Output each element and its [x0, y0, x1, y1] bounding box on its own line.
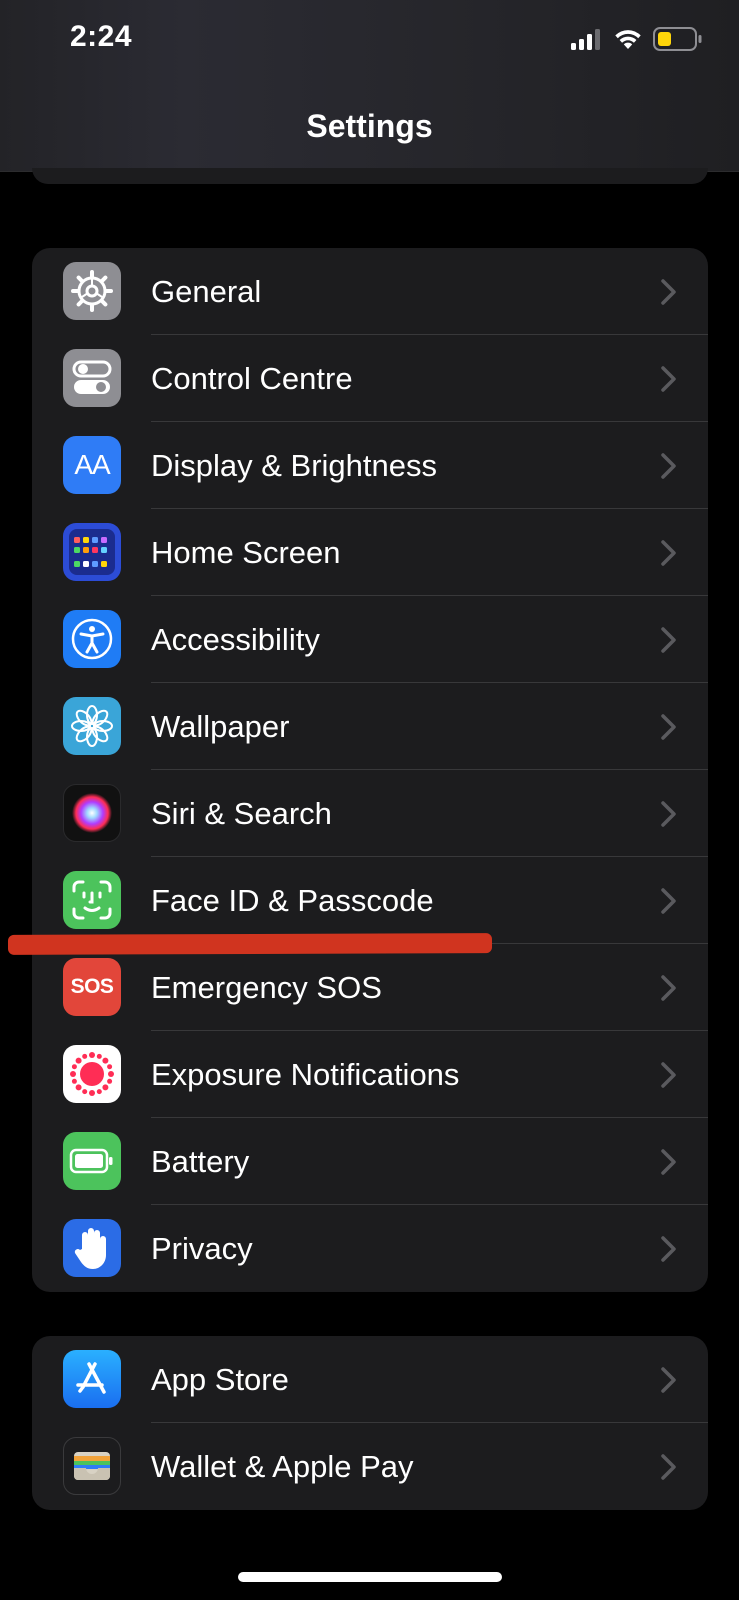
settings-row-label: Wallpaper [151, 709, 290, 744]
status-time: 2:24 [70, 20, 133, 53]
wallet-icon [63, 1437, 121, 1495]
settings-row-battery[interactable]: Battery [32, 1118, 708, 1205]
status-icons [571, 22, 703, 56]
cellular-signal-icon [571, 29, 600, 50]
battery-status-icon [653, 27, 702, 51]
chevron-right-icon [661, 366, 676, 392]
face-id-icon [63, 871, 121, 929]
chevron-right-icon [661, 1236, 676, 1262]
chevron-right-icon [661, 975, 676, 1001]
settings-row-siri-search[interactable]: Siri & Search [32, 770, 708, 857]
settings-row-label: Wallet & Apple Pay [151, 1449, 414, 1484]
chevron-right-icon [661, 540, 676, 566]
settings-row-control-centre[interactable]: Control Centre [32, 335, 708, 422]
settings-row-label: Privacy [151, 1231, 253, 1266]
settings-row-privacy[interactable]: Privacy [32, 1205, 708, 1292]
text-size-icon: AA [63, 436, 121, 494]
settings-row-label: Display & Brightness [151, 448, 438, 483]
chevron-right-icon [661, 714, 676, 740]
gear-icon [63, 262, 121, 320]
siri-icon [63, 784, 121, 842]
page-title: Settings [306, 108, 433, 144]
settings-row-label: App Store [151, 1362, 289, 1397]
settings-group-system: General Control Centre AA Display & Brig… [32, 248, 708, 1292]
chevron-right-icon [661, 801, 676, 827]
settings-row-home-screen[interactable]: Home Screen [32, 509, 708, 596]
settings-row-display-brightness[interactable]: AA Display & Brightness [32, 422, 708, 509]
settings-group-store: App Store Wallet & Apple Pay [32, 1336, 708, 1510]
app-store-icon [63, 1350, 121, 1408]
settings-row-app-store[interactable]: App Store [32, 1336, 708, 1423]
previous-group-edge [32, 168, 708, 184]
settings-row-wallet-apple-pay[interactable]: Wallet & Apple Pay [32, 1423, 708, 1510]
chevron-right-icon [661, 1149, 676, 1175]
toggles-icon [63, 349, 121, 407]
settings-row-label: Exposure Notifications [151, 1057, 460, 1092]
battery-icon [63, 1132, 121, 1190]
red-annotation-line [7, 933, 493, 955]
navigation-header: 2:24 Settings [0, 0, 739, 172]
chevron-right-icon [661, 627, 676, 653]
sos-icon: SOS [63, 958, 121, 1016]
chevron-right-icon [661, 1454, 676, 1480]
chevron-right-icon [661, 1367, 676, 1393]
settings-row-label: Home Screen [151, 535, 341, 570]
settings-row-wallpaper[interactable]: Wallpaper [32, 683, 708, 770]
chevron-right-icon [661, 888, 676, 914]
settings-row-face-id-passcode[interactable]: Face ID & Passcode [32, 857, 708, 944]
chevron-right-icon [661, 453, 676, 479]
wifi-icon [615, 30, 641, 49]
hand-icon [63, 1219, 121, 1277]
settings-row-accessibility[interactable]: Accessibility [32, 596, 708, 683]
settings-row-label: Accessibility [151, 622, 320, 657]
chevron-right-icon [661, 279, 676, 305]
settings-row-label: Control Centre [151, 361, 353, 396]
flower-icon [63, 697, 121, 755]
settings-row-label: General [151, 274, 262, 309]
settings-row-label: Face ID & Passcode [151, 883, 434, 918]
accessibility-icon [63, 610, 121, 668]
settings-row-general[interactable]: General [32, 248, 708, 335]
exposure-icon [63, 1045, 121, 1103]
settings-row-label: Emergency SOS [151, 970, 382, 1005]
home-indicator[interactable] [238, 1572, 502, 1582]
home-screen-grid-icon [63, 523, 121, 581]
settings-row-exposure-notifications[interactable]: Exposure Notifications [32, 1031, 708, 1118]
settings-row-emergency-sos[interactable]: SOS Emergency SOS [32, 944, 708, 1031]
chevron-right-icon [661, 1062, 676, 1088]
settings-row-label: Siri & Search [151, 796, 332, 831]
settings-row-label: Battery [151, 1144, 250, 1179]
